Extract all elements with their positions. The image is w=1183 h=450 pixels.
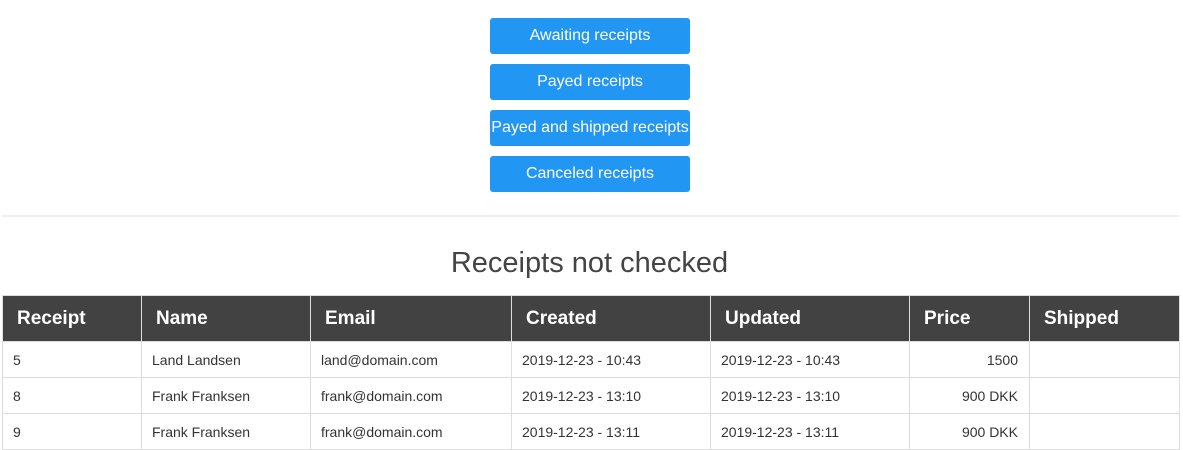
cell-updated: 2019-12-23 - 10:43 <box>710 341 910 378</box>
cell-price: 1500 <box>909 341 1030 378</box>
cell-created: 2019-12-23 - 10:43 <box>511 341 711 378</box>
canceled-receipts-button[interactable]: Canceled receipts <box>490 156 690 192</box>
page-title: Receipts not checked <box>450 247 729 279</box>
cell-price: 900 DKK <box>909 413 1030 450</box>
column-header-price[interactable]: Price <box>909 295 1030 342</box>
receipts-table: Receipt Name Email Created Updated Price… <box>2 295 1180 450</box>
column-header-shipped[interactable]: Shipped <box>1029 295 1180 342</box>
column-header-updated[interactable]: Updated <box>710 295 910 342</box>
table-header-row: Receipt Name Email Created Updated Price… <box>2 295 1180 342</box>
cell-email: frank@domain.com <box>310 377 512 414</box>
cell-name: Frank Franksen <box>141 377 311 414</box>
cell-receipt: 8 <box>2 377 142 414</box>
cell-receipt: 9 <box>2 413 142 450</box>
cell-name: Land Landsen <box>141 341 311 378</box>
cell-updated: 2019-12-23 - 13:11 <box>710 413 910 450</box>
payed-and-shipped-receipts-button[interactable]: Payed and shipped receipts <box>490 110 690 146</box>
table-row[interactable]: 9 Frank Franksen frank@domain.com 2019-1… <box>2 413 1180 450</box>
cell-created: 2019-12-23 - 13:11 <box>511 413 711 450</box>
cell-receipt: 5 <box>2 341 142 378</box>
cell-shipped <box>1029 341 1180 378</box>
cell-updated: 2019-12-23 - 13:10 <box>710 377 910 414</box>
table-row[interactable]: 8 Frank Franksen frank@domain.com 2019-1… <box>2 377 1180 414</box>
cell-created: 2019-12-23 - 13:10 <box>511 377 711 414</box>
table-row[interactable]: 5 Land Landsen land@domain.com 2019-12-2… <box>2 341 1180 378</box>
cell-shipped <box>1029 377 1180 414</box>
column-header-email[interactable]: Email <box>310 295 512 342</box>
cell-email: frank@domain.com <box>310 413 512 450</box>
column-header-name[interactable]: Name <box>141 295 311 342</box>
column-header-receipt[interactable]: Receipt <box>2 295 142 342</box>
cell-shipped <box>1029 413 1180 450</box>
payed-receipts-button[interactable]: Payed receipts <box>490 64 690 100</box>
cell-price: 900 DKK <box>909 377 1030 414</box>
cell-email: land@domain.com <box>310 341 512 378</box>
awaiting-receipts-button[interactable]: Awaiting receipts <box>490 18 690 54</box>
section-divider <box>2 215 1179 217</box>
receipt-filter-buttons: Awaiting receipts Payed receipts Payed a… <box>490 18 690 202</box>
column-header-created[interactable]: Created <box>511 295 711 342</box>
cell-name: Frank Franksen <box>141 413 311 450</box>
